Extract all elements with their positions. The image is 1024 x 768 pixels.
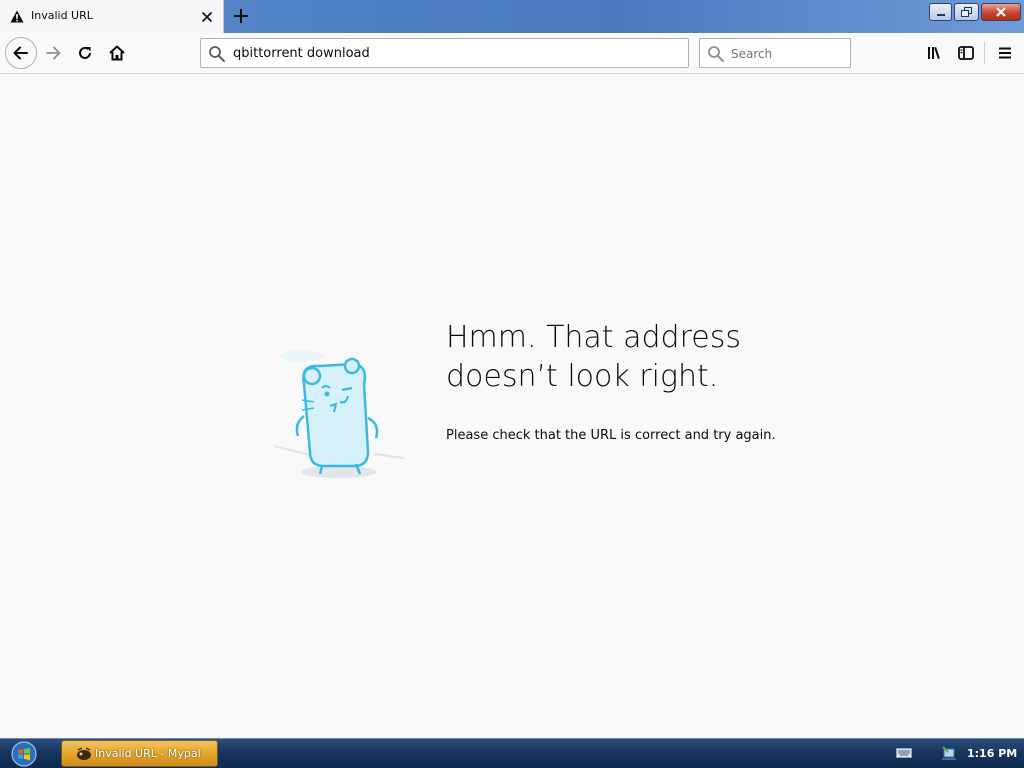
- tab-title: Invalid URL: [31, 9, 93, 22]
- library-button[interactable]: [921, 39, 949, 67]
- menu-button[interactable]: [991, 39, 1019, 67]
- tab-invalid-url[interactable]: Invalid URL: [0, 0, 224, 33]
- forward-button[interactable]: [39, 39, 67, 67]
- browser-titlebar: Invalid URL: [0, 0, 1024, 33]
- search-bar-placeholder: Search: [731, 47, 773, 61]
- error-page: Hmm. That address doesn’t look right. Pl…: [0, 74, 1024, 738]
- mypal-app-icon: [77, 747, 91, 760]
- reload-button[interactable]: [71, 39, 99, 67]
- close-window-icon: [996, 7, 1006, 17]
- error-title: Hmm. That address doesn’t look right.: [446, 320, 741, 394]
- address-bar[interactable]: qbittorrent download: [200, 38, 689, 68]
- network-icon[interactable]: [941, 745, 957, 761]
- restore-icon: [960, 6, 972, 17]
- taskbar-item-mypal[interactable]: Invalid URL - Mypal: [61, 740, 218, 767]
- arrow-left-icon: [13, 46, 28, 60]
- warning-icon: [10, 10, 24, 23]
- windows-taskbar: Invalid URL - Mypal 1:16 PM: [0, 738, 1024, 768]
- window-minimize-button[interactable]: [929, 3, 952, 21]
- new-tab-button[interactable]: [231, 6, 251, 26]
- error-illustration: [273, 350, 405, 478]
- close-tab-icon[interactable]: [199, 9, 215, 25]
- keyboard-icon[interactable]: [896, 748, 912, 758]
- sidebar-button[interactable]: [952, 39, 980, 67]
- taskbar-clock[interactable]: 1:16 PM: [967, 747, 1017, 760]
- sidebar-icon: [958, 46, 974, 60]
- window-restore-button[interactable]: [954, 3, 979, 21]
- library-icon: [928, 46, 940, 60]
- taskbar-item-label: Invalid URL - Mypal: [95, 747, 201, 760]
- search-icon: [708, 46, 724, 62]
- search-icon: [209, 46, 225, 62]
- start-button[interactable]: [7, 740, 41, 768]
- toolbar-separator: [984, 42, 985, 64]
- back-button[interactable]: [5, 37, 37, 69]
- search-bar[interactable]: Search: [699, 38, 851, 68]
- arrow-right-icon: [46, 46, 61, 60]
- navigation-toolbar: qbittorrent download Search: [0, 33, 1024, 74]
- home-icon: [109, 45, 125, 61]
- hamburger-menu-icon: [999, 47, 1011, 59]
- error-description: Please check that the URL is correct and…: [446, 428, 776, 443]
- reload-icon: [79, 46, 91, 59]
- minimize-icon: [936, 14, 945, 16]
- home-button[interactable]: [103, 39, 131, 67]
- window-close-button[interactable]: [981, 3, 1021, 21]
- address-bar-value: qbittorrent download: [233, 46, 370, 61]
